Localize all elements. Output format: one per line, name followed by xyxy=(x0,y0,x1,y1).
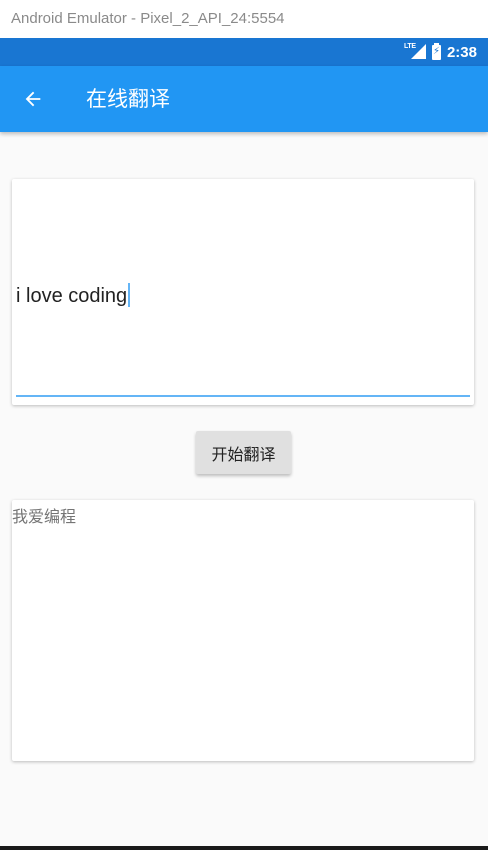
cellular-signal-icon: LTE xyxy=(404,43,426,60)
app-bar: 在线翻译 xyxy=(0,66,488,132)
arrow-back-icon xyxy=(25,91,41,107)
source-text-value: i love coding xyxy=(16,285,128,307)
device-screen: LTE ⚡ 2:38 在线翻译 i love coding 开始翻译 我爱编程 xyxy=(0,38,488,846)
status-clock: 2:38 xyxy=(446,43,477,61)
page-title: 在线翻译 xyxy=(86,87,170,111)
emulator-window-title: Android Emulator - Pixel_2_API_24:5554 xyxy=(0,0,488,38)
text-cursor xyxy=(128,283,131,307)
emulator-bottom-edge xyxy=(0,846,488,850)
translation-result: 我爱编程 xyxy=(12,507,77,526)
translate-button[interactable]: 开始翻译 xyxy=(196,431,291,474)
back-button[interactable] xyxy=(14,80,52,118)
input-card: i love coding xyxy=(12,179,474,405)
status-indicators: LTE ⚡ 2:38 xyxy=(404,38,477,66)
source-text-input[interactable]: i love coding xyxy=(16,181,470,397)
status-bar: LTE ⚡ 2:38 xyxy=(0,38,488,66)
output-card: 我爱编程 xyxy=(12,500,474,761)
battery-charging-icon: ⚡ xyxy=(431,42,441,60)
